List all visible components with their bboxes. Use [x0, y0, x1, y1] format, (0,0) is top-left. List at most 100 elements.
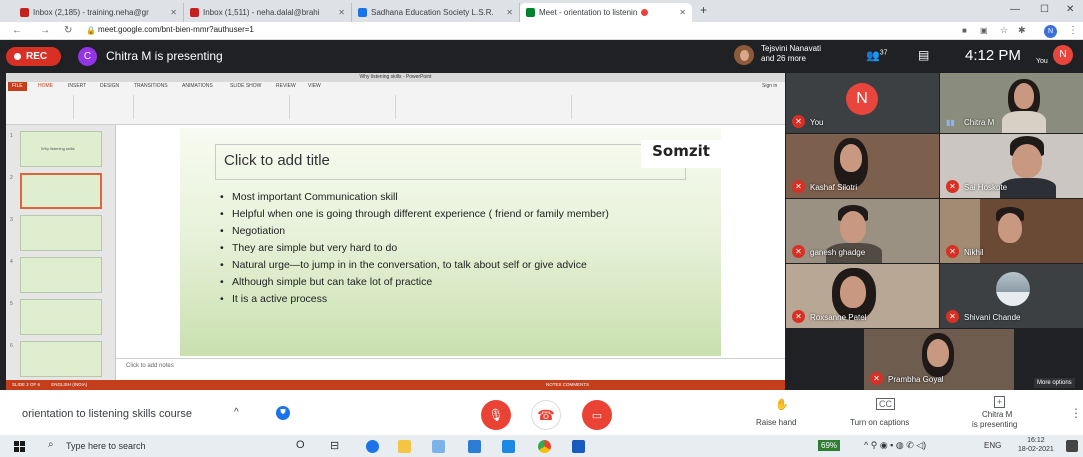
close-icon[interactable]: ✕ — [166, 8, 177, 17]
participant-name: Sai Hoskote — [964, 183, 1008, 192]
participant-tile-ganesh[interactable]: ✕ ganesh ghadge — [786, 199, 939, 263]
browser-tab-gmail-1[interactable]: Inbox (2,185) - training.neha@gr ✕ — [14, 3, 184, 22]
search-icon[interactable]: ⌕ — [48, 439, 54, 450]
slide-canvas[interactable]: Click to add title Somzit Most important… — [180, 128, 721, 356]
raise-hand-button[interactable]: Raise hand — [756, 418, 796, 427]
meet-bottom-bar: orientation to listening skills course ^… — [0, 390, 1083, 435]
slide-thumb-6[interactable] — [20, 341, 102, 377]
tray-icons[interactable]: ^ ⚲ ◉ ▪ ◍ ✆ ◁) — [864, 440, 926, 451]
ppt-sign-in[interactable]: Sign in — [762, 82, 777, 91]
status-slide-count: SLIDE 2 OF 6 — [12, 382, 41, 387]
meeting-name[interactable]: orientation to listening skills course — [22, 408, 192, 420]
host-avatar — [734, 45, 754, 65]
slide-thumb-5[interactable] — [20, 299, 102, 335]
taskbar-search-field[interactable]: Type here to search — [66, 441, 146, 451]
participant-tile-kashaf[interactable]: ✕ Kashaf Silotri — [786, 134, 939, 198]
leave-call-button[interactable]: ☎ — [531, 400, 561, 430]
gmail-icon — [20, 8, 29, 17]
notification-icon[interactable] — [1066, 440, 1078, 452]
close-icon[interactable]: ✕ — [675, 8, 686, 17]
browser-tab-meet[interactable]: Meet - orientation to listenin ✕ — [520, 3, 692, 22]
notes-pane[interactable]: Click to add notes — [116, 358, 785, 380]
minimize-button[interactable]: — — [1010, 4, 1020, 15]
windows-start-icon[interactable] — [14, 441, 25, 452]
captions-icon[interactable]: CC — [876, 398, 895, 410]
recording-dot-icon — [641, 9, 649, 16]
people-button[interactable]: 👥37 — [866, 49, 888, 62]
slides-group — [80, 95, 134, 119]
file-explorer-icon[interactable] — [398, 440, 411, 453]
battery-indicator[interactable]: 69% — [818, 440, 841, 451]
ppt-tab-review[interactable]: REVIEW — [276, 82, 296, 91]
presenting-name[interactable]: Chitra M — [982, 410, 1012, 419]
ppt-tab-transitions[interactable]: TRANSITIONS — [134, 82, 168, 91]
participant-tile-sai[interactable]: ✕ Sai Hoskote — [940, 134, 1083, 198]
participant-name: Roxsanne Patel — [810, 313, 867, 322]
extension-icon[interactable]: ▣ — [980, 26, 988, 35]
store-icon[interactable] — [432, 440, 445, 453]
status-language: ENGLISH (INDIA) — [51, 382, 88, 387]
captions-button[interactable]: Turn on captions — [850, 418, 909, 427]
shield-icon[interactable]: ⛊ — [276, 406, 290, 420]
url-field[interactable]: meet.google.com/bnt-bien-mmr?authuser=1 — [98, 25, 254, 34]
ppt-tab-home[interactable]: HOME — [38, 82, 53, 91]
close-window-button[interactable]: ✕ — [1066, 4, 1074, 15]
chevron-up-icon[interactable]: ^ — [234, 407, 239, 418]
present-icon[interactable]: + — [994, 396, 1006, 408]
new-tab-button[interactable]: + — [700, 3, 707, 17]
slide-thumb-3[interactable] — [20, 215, 102, 251]
back-icon[interactable]: ← — [12, 25, 22, 36]
puzzle-icon[interactable]: ✱ — [1018, 25, 1026, 36]
status-notes-comments[interactable]: NOTES COMMENTS — [546, 380, 589, 390]
participant-tile-you[interactable]: N ✕ You — [786, 73, 939, 133]
browser-tab-gmail-2[interactable]: Inbox (1,511) - neha.dalal@brahi ✕ — [184, 3, 352, 22]
profile-avatar[interactable]: N — [1044, 25, 1057, 38]
task-view-icon[interactable]: ⊟ — [330, 439, 339, 452]
participant-tile-roxsanne[interactable]: ✕ Roxsanne Patel — [786, 264, 939, 328]
participant-tile-shivani[interactable]: ✕ Shivani Chande — [940, 264, 1083, 328]
more-options-label[interactable]: More options — [1034, 378, 1075, 388]
close-icon[interactable]: ✕ — [502, 8, 513, 17]
outlook-icon[interactable] — [502, 440, 515, 453]
cortana-icon[interactable]: O — [296, 439, 305, 451]
close-icon[interactable]: ✕ — [334, 8, 345, 17]
taskbar-clock[interactable]: 16:12 18-02-2021 — [1018, 436, 1054, 454]
participant-tile-prambha[interactable]: ✕ Prambha Goyal — [864, 329, 1014, 390]
menu-icon[interactable]: ⋮ — [1068, 25, 1078, 36]
ppt-tab-slideshow[interactable]: SLIDE SHOW — [230, 82, 261, 91]
hand-icon[interactable]: ✋ — [775, 398, 789, 411]
slide-thumb-4[interactable] — [20, 257, 102, 293]
participant-tile-chitra[interactable]: ▮▮ Chitra M — [940, 73, 1083, 133]
language-indicator[interactable]: ENG — [984, 441, 1001, 450]
app-l-icon[interactable] — [468, 440, 481, 453]
chat-icon[interactable]: ▤ — [918, 48, 929, 62]
ppt-tab-file[interactable]: FILE — [8, 82, 27, 91]
forward-icon[interactable]: → — [40, 25, 50, 36]
slide-title-placeholder[interactable]: Click to add title — [215, 144, 686, 180]
chrome-icon[interactable] — [538, 440, 551, 453]
participant-name: Shivani Chande — [964, 313, 1021, 322]
word-icon[interactable] — [572, 440, 585, 453]
clock-time: 16:12 — [1027, 437, 1045, 444]
paragraph-group — [296, 95, 396, 119]
mic-toggle-button[interactable]: 🎙 — [481, 400, 511, 430]
ppt-tab-insert[interactable]: INSERT — [68, 82, 86, 91]
camera-icon[interactable]: ■ — [962, 26, 967, 35]
camera-toggle-button[interactable]: ▭ — [582, 400, 612, 430]
presenting-sub: is presenting — [972, 420, 1018, 429]
ppt-tab-design[interactable]: DESIGN — [100, 82, 119, 91]
participant-tile-nikhil[interactable]: ✕ Nikhil — [940, 199, 1083, 263]
browser-tab-sadhana[interactable]: Sadhana Education Society L.S.R. ✕ — [352, 3, 520, 22]
star-icon[interactable]: ☆ — [1000, 25, 1008, 36]
edge-icon[interactable] — [366, 440, 379, 453]
tab-label: Meet - orientation to listenin — [539, 8, 638, 17]
more-options-icon[interactable]: ⋮ — [1070, 406, 1082, 420]
slide-thumb-1[interactable]: Why listening skills — [20, 131, 102, 167]
reload-icon[interactable]: ↻ — [64, 25, 72, 36]
ppt-tab-animations[interactable]: ANIMATIONS — [182, 82, 213, 91]
slide-bullet-list: Most important Communication skill Helpf… — [220, 191, 690, 310]
slide-thumb-2[interactable] — [20, 173, 102, 209]
ppt-tab-view[interactable]: VIEW — [308, 82, 321, 91]
bullet-item: They are simple but very hard to do — [220, 242, 690, 255]
maximize-button[interactable]: ☐ — [1040, 4, 1049, 15]
